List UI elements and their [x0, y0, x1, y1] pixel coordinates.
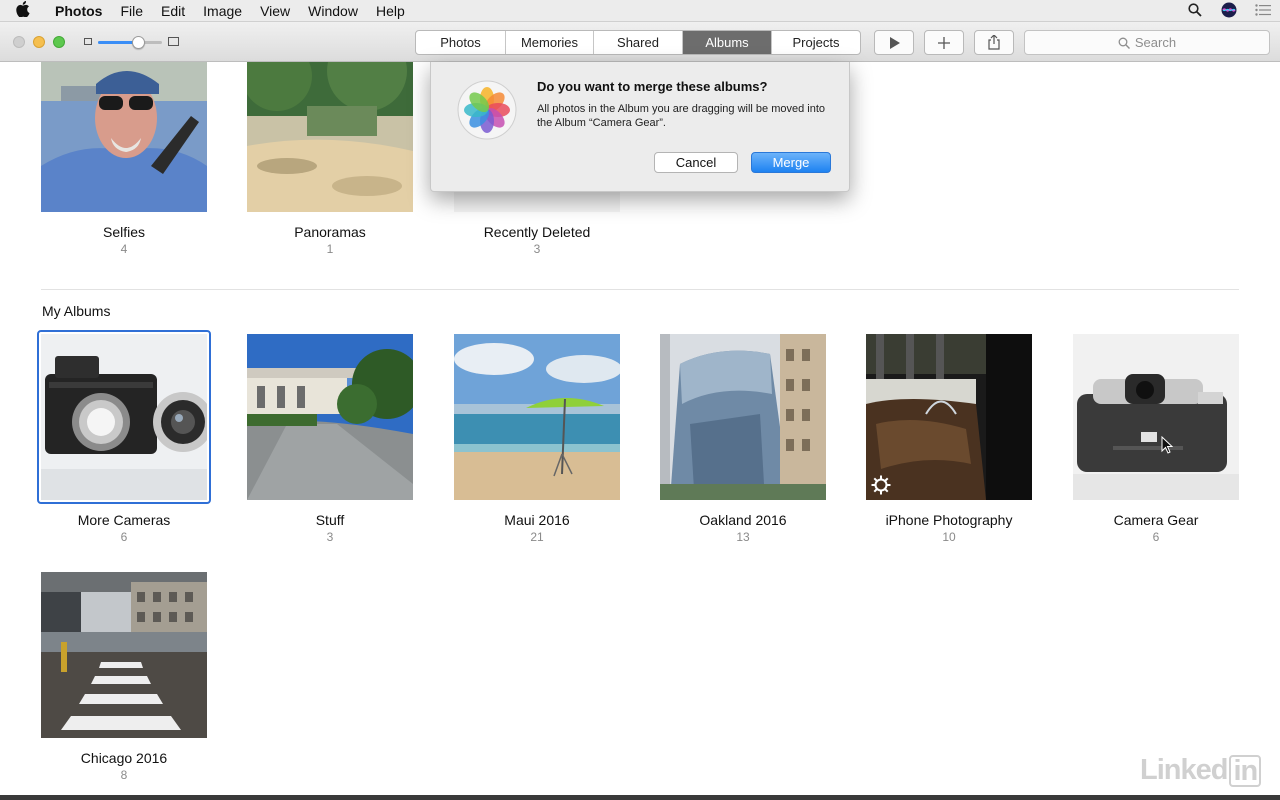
window-bottom-edge	[0, 795, 1280, 800]
album-thumbnail	[41, 572, 207, 738]
window-close-button[interactable]	[13, 36, 25, 48]
dialog-title: Do you want to merge these albums?	[537, 79, 768, 94]
album-count: 21	[530, 530, 544, 544]
linkedin-watermark: Linked in	[1140, 754, 1262, 787]
album-name: Selfies	[102, 224, 146, 240]
plus-icon	[938, 36, 950, 49]
album-count: 4	[120, 242, 128, 256]
album-thumbnail	[247, 334, 413, 500]
siri-icon[interactable]	[1212, 2, 1246, 21]
album-iphone-photography[interactable]: iPhone Photography 10	[866, 334, 1032, 544]
zoom-in-icon[interactable]	[168, 37, 179, 46]
tab-projects[interactable]: Projects	[772, 31, 860, 54]
album-name: Chicago 2016	[80, 750, 168, 766]
album-count: 10	[942, 530, 956, 544]
album-panoramas[interactable]: Panoramas 1	[247, 62, 413, 256]
notification-list-icon[interactable]	[1246, 3, 1280, 19]
search-field[interactable]: Search	[1024, 30, 1270, 55]
zoom-slider-knob[interactable]	[132, 36, 146, 49]
album-thumbnail	[41, 334, 207, 500]
menu-bar: Photos File Edit Image View Window Help	[0, 0, 1280, 22]
album-count: 3	[533, 242, 541, 256]
menu-view[interactable]: View	[251, 3, 299, 19]
smart-album-gear-icon	[871, 475, 891, 495]
menu-help[interactable]: Help	[367, 3, 414, 19]
add-button[interactable]	[924, 30, 964, 55]
zoom-slider[interactable]	[98, 36, 162, 49]
menu-app-name[interactable]: Photos	[46, 3, 111, 19]
album-count: 6	[120, 530, 128, 544]
search-placeholder: Search	[1134, 35, 1177, 50]
album-name: Oakland 2016	[699, 512, 787, 528]
window-toolbar: Photos Memories Shared Albums Projects S…	[0, 22, 1280, 62]
zoom-out-icon[interactable]	[84, 38, 92, 45]
album-count: 3	[326, 530, 334, 544]
album-name: Maui 2016	[504, 512, 570, 528]
album-count: 13	[736, 530, 750, 544]
album-name: Panoramas	[294, 224, 366, 240]
album-count: 1	[326, 242, 334, 256]
album-thumbnail	[660, 334, 826, 500]
album-maui-2016[interactable]: Maui 2016 21	[454, 334, 620, 544]
merge-button[interactable]: Merge	[751, 152, 831, 173]
album-camera-gear[interactable]: Camera Gear 6	[1073, 334, 1239, 544]
tab-shared[interactable]: Shared	[594, 31, 683, 54]
album-oakland-2016[interactable]: Oakland 2016 13	[660, 334, 826, 544]
album-thumbnail	[247, 62, 413, 212]
watermark-in-logo: in	[1229, 754, 1262, 787]
album-more-cameras[interactable]: More Cameras 6	[41, 334, 207, 544]
album-chicago-2016[interactable]: Chicago 2016 8	[41, 572, 207, 782]
merge-albums-dialog: Do you want to merge these albums? All p…	[430, 62, 850, 192]
spotlight-search-icon[interactable]	[1178, 2, 1212, 20]
album-count: 8	[120, 768, 128, 782]
tab-albums[interactable]: Albums	[683, 31, 772, 54]
menu-file[interactable]: File	[111, 3, 152, 19]
album-thumbnail	[866, 334, 1032, 500]
album-thumbnail	[454, 334, 620, 500]
window-minimize-button[interactable]	[33, 36, 45, 48]
slideshow-button[interactable]	[874, 30, 914, 55]
section-title-my-albums: My Albums	[42, 303, 111, 319]
search-icon	[1118, 37, 1130, 49]
album-name: Recently Deleted	[483, 224, 591, 240]
share-icon	[988, 35, 1000, 50]
album-name: Camera Gear	[1113, 512, 1199, 528]
album-name: iPhone Photography	[885, 512, 1013, 528]
menu-edit[interactable]: Edit	[152, 3, 194, 19]
share-button[interactable]	[974, 30, 1014, 55]
album-name: Stuff	[315, 512, 345, 528]
dialog-message: All photos in the Album you are dragging…	[537, 103, 826, 129]
album-thumbnail	[41, 62, 207, 212]
mouse-cursor-icon	[1161, 436, 1173, 454]
tab-photos[interactable]: Photos	[416, 31, 506, 54]
photos-app-icon	[457, 80, 517, 140]
play-icon	[889, 36, 900, 49]
menu-image[interactable]: Image	[194, 3, 251, 19]
album-stuff[interactable]: Stuff 3	[247, 334, 413, 544]
window-zoom-button[interactable]	[53, 36, 65, 48]
watermark-text: Linked	[1140, 754, 1228, 786]
apple-icon[interactable]	[0, 0, 46, 21]
menu-window[interactable]: Window	[299, 3, 367, 19]
album-name: More Cameras	[77, 512, 171, 528]
album-count: 6	[1152, 530, 1160, 544]
album-selfies[interactable]: Selfies 4	[41, 62, 207, 256]
tab-memories[interactable]: Memories	[506, 31, 594, 54]
view-tabs: Photos Memories Shared Albums Projects	[415, 30, 861, 55]
section-divider	[41, 289, 1239, 290]
cancel-button[interactable]: Cancel	[654, 152, 738, 173]
album-thumbnail	[1073, 334, 1239, 500]
